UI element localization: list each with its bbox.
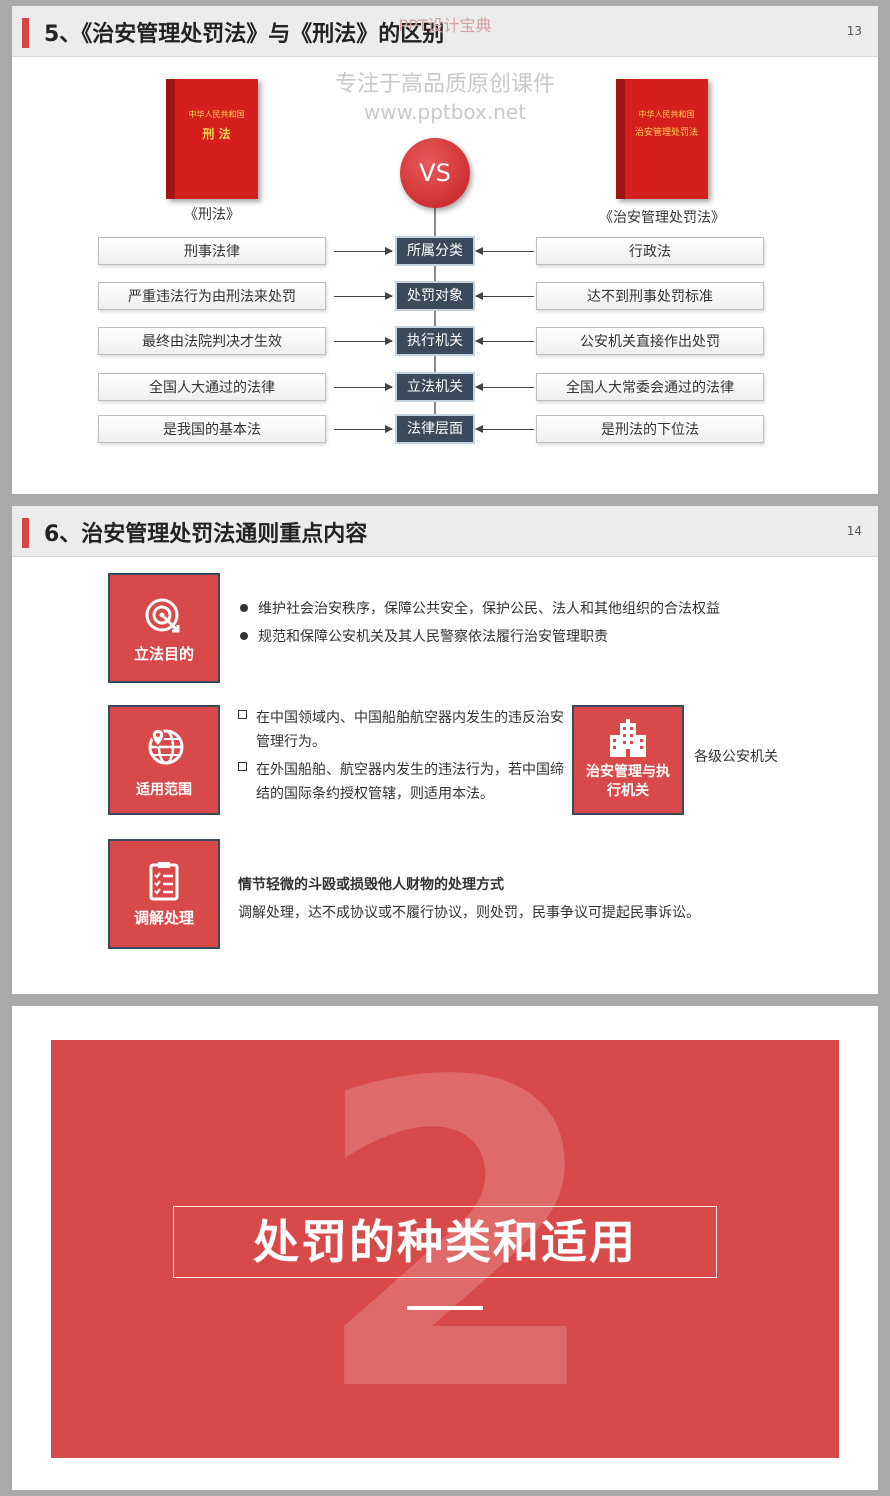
public-security-law-book: 中华人民共和国 治安管理处罚法 (616, 79, 708, 199)
arrow-left-icon (475, 292, 534, 300)
mediation-heading: 情节轻微的斗殴或损毁他人财物的处理方式 (238, 877, 504, 893)
book-title: 治安管理处罚法 (634, 128, 698, 138)
purpose-bullet: 维护社会治安秩序，保障公共安全，保护公民、法人和其他组织的合法权益 (240, 598, 720, 618)
target-icon (145, 598, 180, 633)
vs-badge: VS (400, 138, 470, 208)
arrow-left-icon (475, 383, 534, 391)
scope-tile: 适用范围 (108, 705, 220, 815)
tile-label: 治安管理与执行机关 (586, 764, 670, 799)
public-security-law-cell: 全国人大常委会通过的法律 (536, 373, 764, 401)
criminal-law-book: 中华人民共和国 刑 法 (166, 79, 258, 199)
tile-label: 适用范围 (136, 782, 192, 798)
arrow-left-icon (475, 247, 534, 255)
comparison-category: 立法机关 (397, 374, 473, 400)
criminal-law-cell: 严重违法行为由刑法来处罚 (98, 282, 326, 310)
slide-number: 14 (846, 524, 862, 538)
criminal-law-cell: 刑事法律 (98, 237, 326, 265)
watermark-url: www.pptbox.net (363, 100, 527, 124)
slide-14: 6、治安管理处罚法通则重点内容 14 立法目的 维护社会治安秩序，保障公共安全，… (12, 506, 878, 994)
globe-pin-icon (148, 728, 184, 765)
section-panel: 2 处罚的种类和适用 (51, 1040, 839, 1458)
tile-label: 调解处理 (133, 909, 194, 927)
agency-text: 各级公安机关 (694, 749, 778, 765)
scope-item: 在外国船舶、航空器内发生的违法行为，若中国缔结的国际条约授权管辖，则适用本法。 (238, 758, 566, 806)
book-subtitle: 中华人民共和国 (638, 110, 695, 119)
public-security-law-cell: 行政法 (536, 237, 764, 265)
left-book-caption: 《刑法》 (184, 207, 240, 223)
right-book-caption: 《治安管理处罚法》 (599, 210, 725, 226)
arrow-right-icon (334, 292, 393, 300)
arrow-left-icon (475, 337, 534, 345)
comparison-category: 所属分类 (397, 238, 473, 264)
header-accent-bar (22, 518, 29, 548)
arrow-left-icon (475, 425, 534, 433)
scope-item: 在中国领域内、中国船舶航空器内发生的违反治安管理行为。 (238, 706, 566, 754)
public-security-law-cell: 公安机关直接作出处罚 (536, 327, 764, 355)
mediation-tile: 调解处理 (108, 839, 220, 949)
criminal-law-cell: 最终由法院判决才生效 (98, 327, 326, 355)
comparison-category: 法律层面 (397, 416, 473, 442)
slide-header: 6、治安管理处罚法通则重点内容 14 (12, 506, 878, 557)
public-security-law-cell: 是刑法的下位法 (536, 415, 764, 443)
watermark-brand: PPT设计宝典 (398, 16, 492, 35)
arrow-right-icon (334, 383, 393, 391)
section-title: 处罚的种类和适用 (173, 1206, 717, 1278)
public-security-law-cell: 达不到刑事处罚标准 (536, 282, 764, 310)
purpose-bullet: 规范和保障公安机关及其人民警察依法履行治安管理职责 (240, 626, 608, 646)
criminal-law-cell: 全国人大通过的法律 (98, 373, 326, 401)
agency-tile: 治安管理与执行机关 (572, 705, 684, 815)
criminal-law-cell: 是我国的基本法 (98, 415, 326, 443)
book-title: 刑 法 (202, 127, 231, 141)
slide-title: 6、治安管理处罚法通则重点内容 (44, 522, 368, 547)
mediation-text: 调解处理，达不成协议或不履行协议，则处罚，民事争议可提起民事诉讼。 (238, 905, 700, 921)
comparison-category: 处罚对象 (397, 283, 473, 309)
watermark-tagline: 专注于高品质原创课件 (334, 72, 555, 97)
arrow-right-icon (334, 247, 393, 255)
tile-label: 立法目的 (133, 645, 194, 663)
section-divider-slide: 2 处罚的种类和适用 (12, 1006, 878, 1490)
title-underline (407, 1306, 483, 1310)
book-subtitle: 中华人民共和国 (188, 110, 245, 119)
building-icon (610, 719, 646, 757)
arrow-right-icon (334, 425, 393, 433)
purpose-tile: 立法目的 (108, 573, 220, 683)
slide-13: 5、《治安管理处罚法》与《刑法》的区别 13 PPT设计宝典 专注于高品质原创课… (12, 6, 878, 494)
comparison-category: 执行机关 (397, 328, 473, 354)
clipboard-icon (149, 862, 179, 901)
arrow-right-icon (334, 337, 393, 345)
